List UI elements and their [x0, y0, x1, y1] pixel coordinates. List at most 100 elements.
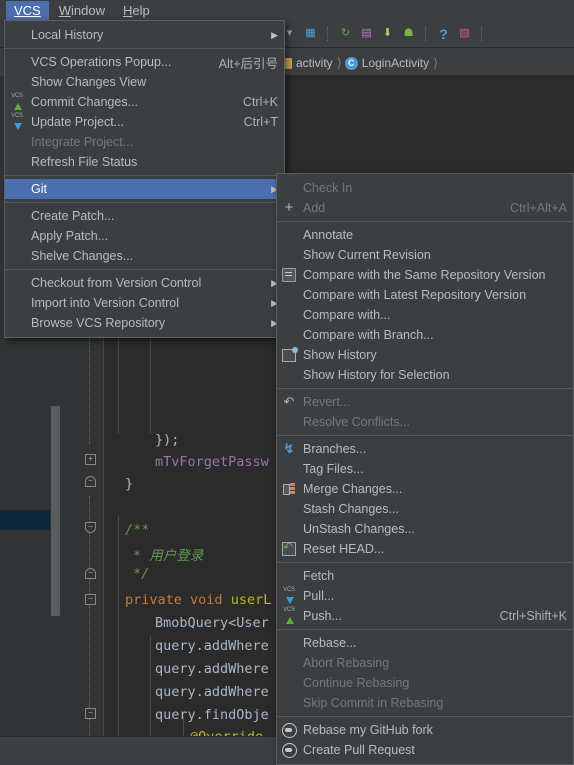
blank-icon	[277, 367, 301, 383]
breadcrumb-item-activity[interactable]: activity	[283, 56, 336, 70]
blank-icon	[277, 675, 301, 691]
menu-item-create-pull-request[interactable]: Create Pull Request	[277, 740, 573, 760]
breadcrumb-label: activity	[296, 56, 333, 70]
fold-collapse-marker[interactable]: −	[85, 522, 96, 533]
menu-item-rebase-my-github-fork[interactable]: Rebase my GitHub fork	[277, 720, 573, 740]
menu-item-local-history[interactable]: Local History ▶	[5, 25, 284, 45]
menu-separator	[277, 435, 573, 436]
code-line: });	[155, 432, 180, 448]
menu-item-resolve-conflicts: Resolve Conflicts...	[277, 412, 573, 432]
menu-item-update-project[interactable]: VCS Update Project... Ctrl+T	[5, 112, 284, 132]
breadcrumb-label: LoginActivity	[361, 56, 430, 70]
blank-icon	[277, 247, 301, 263]
menu-item-show-history-for-selection[interactable]: Show History for Selection	[277, 365, 573, 385]
breadcrumb-item-loginactivity[interactable]: C LoginActivity	[344, 56, 432, 70]
menu-item-merge-changes[interactable]: Merge Changes...	[277, 479, 573, 499]
menu-item-reset-head[interactable]: Reset HEAD...	[277, 539, 573, 559]
class-icon: C	[344, 56, 358, 70]
blank-icon	[277, 461, 301, 477]
menu-item-show-history[interactable]: Show History	[277, 345, 573, 365]
menu-item-unstash-changes[interactable]: UnStash Changes...	[277, 519, 573, 539]
fold-collapse-marker[interactable]: −	[85, 476, 96, 487]
help-icon[interactable]: ?	[435, 25, 452, 42]
code-line: /**	[125, 522, 150, 538]
code-line: mTvForgetPassw	[155, 454, 269, 470]
menubar-item-window[interactable]: Window	[51, 1, 113, 21]
menu-item-show-current-revision[interactable]: Show Current Revision	[277, 245, 573, 265]
avd-manager-icon[interactable]: ▦	[302, 25, 319, 42]
fold-expand-marker[interactable]: +	[85, 454, 96, 465]
history-icon	[277, 346, 301, 363]
menu-item-shelve-changes[interactable]: Shelve Changes...	[5, 246, 284, 266]
git-submenu[interactable]: Check In + Add Ctrl+Alt+A Annotate Show …	[276, 173, 574, 765]
blank-icon	[277, 327, 301, 343]
vertical-scrollbar[interactable]	[51, 406, 60, 616]
code-line: BmobQuery<User	[155, 615, 269, 631]
menu-item-pull[interactable]: VCS Pull...	[277, 586, 573, 606]
menubar-item-vcs[interactable]: VCS	[6, 1, 49, 21]
github-icon	[277, 722, 301, 738]
blank-icon	[277, 695, 301, 711]
sdk-manager-icon[interactable]: ⬇	[379, 25, 396, 42]
blank-icon	[5, 248, 29, 264]
menu-item-tag-files[interactable]: Tag Files...	[277, 459, 573, 479]
menu-separator	[5, 202, 284, 203]
blank-icon	[277, 501, 301, 517]
menu-item-stash-changes[interactable]: Stash Changes...	[277, 499, 573, 519]
menubar-item-help[interactable]: Help	[115, 1, 158, 21]
menu-item-rebase[interactable]: Rebase...	[277, 633, 573, 653]
menu-item-compare-with-same-repository-version[interactable]: Compare with the Same Repository Version	[277, 265, 573, 285]
vcs-update-icon: VCS	[277, 587, 301, 604]
menu-item-show-changes-view[interactable]: Show Changes View	[5, 72, 284, 92]
blank-icon	[277, 521, 301, 537]
menu-item-integrate-project: Integrate Project...	[5, 132, 284, 152]
blank-icon	[5, 54, 29, 70]
fold-collapse-marker[interactable]: −	[85, 594, 96, 605]
menu-item-check-in: Check In	[277, 178, 573, 198]
menu-item-annotate[interactable]: Annotate	[277, 225, 573, 245]
indent-guide	[118, 516, 119, 736]
menu-item-browse-vcs-repository[interactable]: Browse VCS Repository ▶	[5, 313, 284, 333]
menu-item-abort-rebasing: Abort Rebasing	[277, 653, 573, 673]
menu-item-compare-with-branch[interactable]: Compare with Branch...	[277, 325, 573, 345]
menu-item-push[interactable]: VCS Push... Ctrl+Shift+K	[277, 606, 573, 626]
blank-icon	[5, 134, 29, 150]
menu-item-revert: ↶ Revert...	[277, 392, 573, 412]
menu-item-import-into-version-control[interactable]: Import into Version Control ▶	[5, 293, 284, 313]
breadcrumb-separator-icon: ⟩	[336, 55, 342, 70]
menu-item-add: + Add Ctrl+Alt+A	[277, 198, 573, 218]
fold-collapse-marker[interactable]: −	[85, 568, 96, 579]
menu-item-commit-changes[interactable]: VCS Commit Changes... Ctrl+K	[5, 92, 284, 112]
blank-icon	[277, 568, 301, 584]
menu-item-vcs-operations-popup[interactable]: VCS Operations Popup... Alt+后引号	[5, 52, 284, 72]
avd-manager-device-icon[interactable]: ▤	[358, 25, 375, 42]
fold-collapse-marker[interactable]: −	[85, 708, 96, 719]
menu-item-continue-rebasing: Continue Rebasing	[277, 673, 573, 693]
menu-item-refresh-file-status[interactable]: Refresh File Status	[5, 152, 284, 172]
menu-item-compare-with-latest-repository-version[interactable]: Compare with Latest Repository Version	[277, 285, 573, 305]
menu-item-compare-with[interactable]: Compare with...	[277, 305, 573, 325]
vcs-commit-icon: VCS	[5, 93, 29, 110]
menu-item-git[interactable]: Git ▶	[5, 179, 284, 199]
code-line: }	[125, 476, 134, 492]
blank-icon	[5, 181, 29, 197]
code-line: query.addWhere	[155, 638, 269, 654]
breadcrumb-separator-icon: ⟩	[433, 55, 439, 70]
code-line: query.findObje	[155, 707, 269, 723]
menu-item-fetch[interactable]: Fetch	[277, 566, 573, 586]
project-selected-row[interactable]	[0, 510, 50, 530]
device-file-explorer-icon[interactable]: ▧	[456, 25, 473, 42]
menu-item-create-patch[interactable]: Create Patch...	[5, 206, 284, 226]
indent-guide	[118, 334, 119, 434]
branch-icon: ↯	[283, 441, 295, 456]
android-robot-icon[interactable]: ☗	[400, 25, 417, 42]
blank-icon	[277, 180, 301, 196]
chevron-right-icon: ▶	[271, 29, 278, 40]
menu-item-branches[interactable]: ↯ Branches...	[277, 439, 573, 459]
vcs-menu[interactable]: Local History ▶ VCS Operations Popup... …	[4, 20, 285, 338]
menu-separator	[277, 562, 573, 563]
sync-gradle-icon[interactable]: ↻	[337, 25, 354, 42]
menu-item-apply-patch[interactable]: Apply Patch...	[5, 226, 284, 246]
menu-item-checkout-from-version-control[interactable]: Checkout from Version Control ▶	[5, 273, 284, 293]
code-line: */	[133, 566, 150, 582]
